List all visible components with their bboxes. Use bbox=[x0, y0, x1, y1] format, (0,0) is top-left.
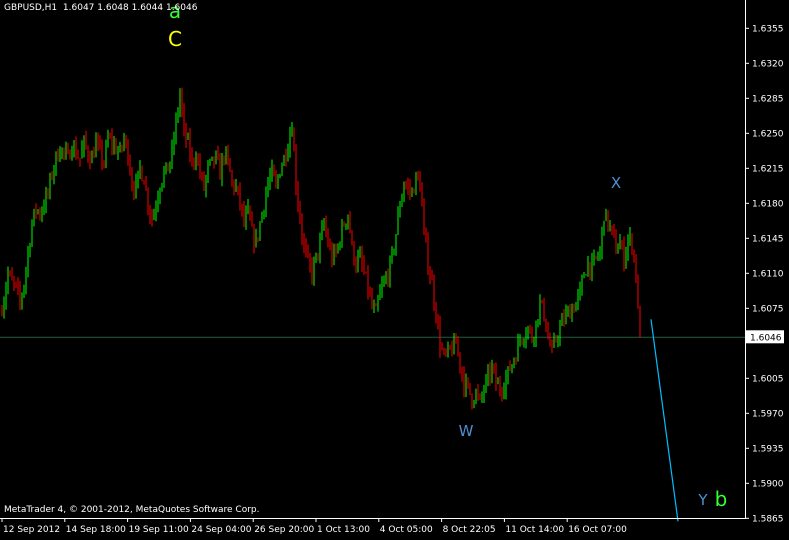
y-tick-label: 1.6110 bbox=[752, 269, 784, 279]
wave-label-b: b bbox=[715, 487, 728, 511]
price-chart[interactable]: aCXWY b 1.63551.63201.62851.62501.62151.6… bbox=[0, 0, 789, 540]
y-tick-label: 1.6250 bbox=[752, 129, 784, 139]
x-tick-label: 12 Sep 2012 bbox=[3, 525, 60, 535]
y-tick-label: 1.6145 bbox=[752, 234, 784, 244]
x-tick-label: 24 Sep 04:00 bbox=[191, 525, 251, 535]
y-tick-label: 1.5935 bbox=[752, 444, 784, 454]
current-price-label: 1.6046 bbox=[750, 333, 782, 343]
y-tick-label: 1.6355 bbox=[752, 24, 784, 34]
x-tick-label: 14 Sep 18:00 bbox=[66, 525, 126, 535]
x-tick-label: 4 Oct 05:00 bbox=[380, 525, 433, 535]
x-tick-label: 8 Oct 22:05 bbox=[443, 525, 496, 535]
y-tick-label: 1.6215 bbox=[752, 164, 784, 174]
copyright-text: MetaTrader 4, © 2001-2012, MetaQuotes So… bbox=[4, 505, 260, 515]
y-tick-label: 1.6075 bbox=[752, 304, 784, 314]
y-tick-label: 1.6005 bbox=[752, 374, 784, 384]
y-tick-label: 1.6320 bbox=[752, 59, 784, 69]
y-tick-label: 1.5970 bbox=[752, 409, 784, 419]
x-tick-label: 1 Oct 13:00 bbox=[317, 525, 370, 535]
x-tick-label: 11 Oct 14:00 bbox=[505, 525, 564, 535]
wave-label-y: Y bbox=[697, 491, 708, 509]
chart-background bbox=[0, 0, 789, 540]
y-tick-label: 1.6285 bbox=[752, 94, 784, 104]
wave-label-x: X bbox=[611, 174, 621, 192]
x-tick-label: 19 Sep 11:00 bbox=[129, 525, 189, 535]
x-tick-label: 16 Oct 07:00 bbox=[568, 525, 627, 535]
symbol-timeframe: GBPUSD,H1 bbox=[4, 3, 58, 13]
chart-header: GBPUSD,H1 1.6047 1.6048 1.6044 1.6046 bbox=[4, 3, 197, 13]
ohlc-readout: 1.6047 1.6048 1.6044 1.6046 bbox=[62, 3, 198, 13]
wave-label-c: C bbox=[168, 27, 182, 51]
y-tick-label: 1.5900 bbox=[752, 479, 784, 489]
y-tick-label: 1.5865 bbox=[752, 514, 784, 524]
wave-label-w: W bbox=[459, 422, 474, 440]
x-tick-label: 26 Sep 20:00 bbox=[254, 525, 314, 535]
y-tick-label: 1.6180 bbox=[752, 199, 784, 209]
